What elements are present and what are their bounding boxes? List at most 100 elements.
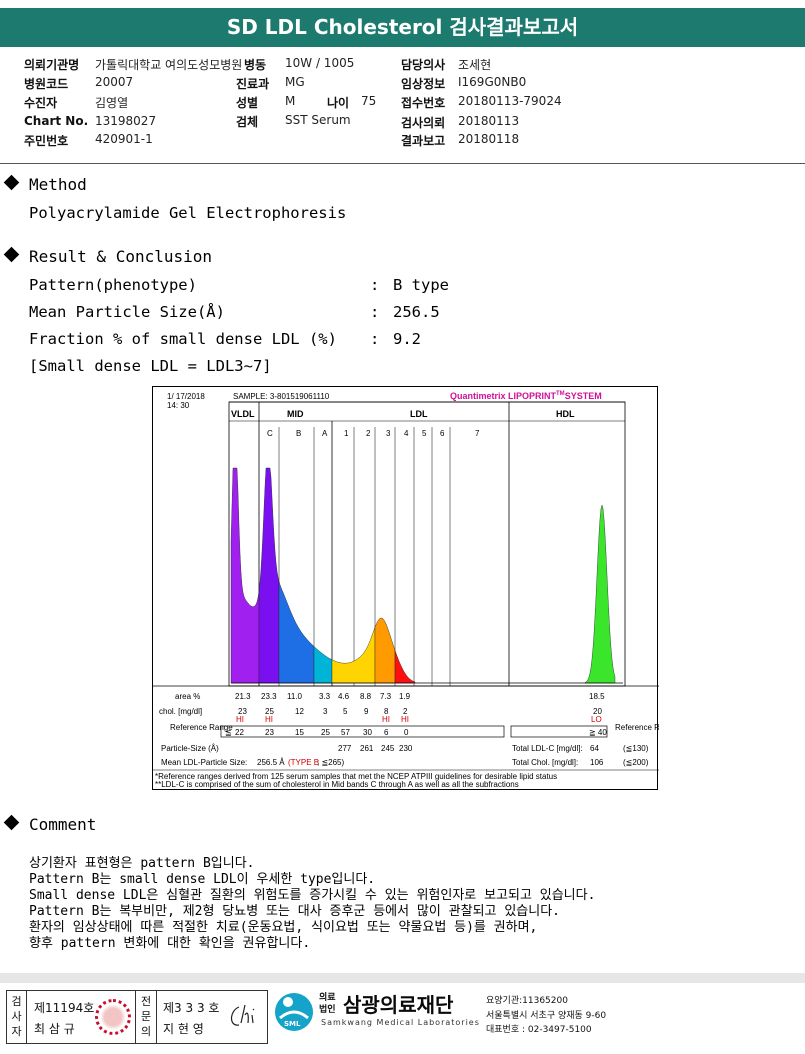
group-label-hdl: HDL (556, 409, 575, 419)
resident-value: 420901-1 (95, 132, 153, 146)
reference-hdl: ≧ 40 (589, 728, 607, 737)
ldl-4-5-peak (394, 650, 416, 684)
band-label-7: 7 (475, 429, 480, 438)
hdl-peak (584, 504, 616, 684)
area-value: 18.5 (589, 692, 605, 701)
chart-system-suffix: SYSTEM (565, 391, 602, 401)
age-label: 나이 (327, 96, 350, 110)
patient-label: 수진자 (24, 96, 58, 110)
signature-icon (230, 1004, 255, 1026)
ward-label: 병동 (244, 58, 267, 72)
result-row-value: 9.2 (393, 330, 421, 348)
band-label-c: C (267, 429, 273, 438)
age-value: 75 (361, 94, 377, 108)
result-row-value: 256.5 (393, 303, 440, 321)
area-value: 1.9 (399, 692, 411, 701)
footnote-2: **LDL-C is comprised of the sum of chole… (155, 780, 519, 789)
reference-value: 6 (384, 728, 389, 737)
chol-value: 3 (323, 707, 328, 716)
hospital-code-value: 20007 (95, 75, 134, 89)
specimen-label: 검체 (236, 115, 259, 129)
receipt-value: 20180113-79024 (458, 94, 562, 108)
total-ldl-label: Total LDL-C [mg/dl]: (512, 744, 583, 753)
chart-system-name: Quantimetrix LIPOPRINTTMSYSTEM (450, 391, 602, 401)
chol-value: 12 (295, 707, 304, 716)
org-prefix: 의료법인 (319, 993, 336, 1015)
specialist-label: 전문의 (135, 991, 157, 1043)
flag-value: HI (265, 715, 273, 724)
ldl-1-2-peak (331, 627, 376, 684)
reference-right-label: Reference Range (615, 723, 659, 732)
total-chol-label: Total Chol. [mg/dl]: (512, 758, 578, 767)
mean-type: (TYPE B (288, 758, 319, 767)
total-ldl-ref: (≦130) (623, 744, 649, 753)
org-address: 서울특별시 서초구 양재동 9-60 (486, 1011, 607, 1021)
total-chol-ref: (≦200) (623, 758, 649, 767)
comment-heading: Comment (3, 814, 96, 834)
particle-size-value: 261 (360, 744, 374, 753)
group-label-mid: MID (287, 409, 304, 419)
method-heading: Method (3, 174, 87, 194)
area-value: 23.3 (261, 692, 277, 701)
band-label-5: 5 (422, 429, 427, 438)
chart-system-tm: TM (556, 391, 565, 397)
method-text: Polyacrylamide Gel Electrophoresis (29, 204, 347, 222)
particle-size-value: 277 (338, 744, 352, 753)
tester-label: 검사자 (7, 991, 27, 1043)
area-value: 8.8 (360, 692, 372, 701)
lipoprint-chart: 1/ 17/2018 14: 30 SAMPLE: 3-801519061110… (152, 386, 659, 790)
hospital-code-label: 병원코드 (24, 77, 69, 91)
reference-value: 57 (341, 728, 350, 737)
method-heading-text: Method (29, 175, 87, 194)
group-label-ldl: LDL (410, 409, 428, 419)
resident-label: 주민번호 (24, 134, 69, 148)
tester-number: 제11194호 (34, 1001, 95, 1015)
reference-value: 22 (235, 728, 244, 737)
diamond-bullet-icon (3, 174, 20, 191)
chol-row: 23 25 12 3 5 9 8 2 20 (238, 707, 602, 716)
org-name: 삼광의료재단 (343, 993, 454, 1017)
mean-size-label: Mean LDL-Particle Size: (161, 758, 247, 767)
vldl-peak (230, 467, 260, 684)
sex-label: 성별 (236, 96, 259, 110)
doctor-label: 담당의사 (401, 58, 446, 72)
reference-le: ≦ (225, 728, 232, 737)
electropherogram-peaks (230, 467, 623, 684)
flag-value: LO (591, 715, 602, 724)
flag-value: HI (236, 715, 244, 724)
area-value: 7.3 (380, 692, 392, 701)
area-row-label: area % (175, 692, 200, 701)
flag-row: HI HI HI HI LO (236, 715, 602, 724)
result-row-value: B type (393, 276, 449, 294)
result-row-label: Pattern(phenotype) (29, 276, 197, 294)
result-row-colon: : (370, 330, 380, 348)
band-label-b: B (296, 429, 301, 438)
area-value: 4.6 (338, 692, 350, 701)
lipoprint-chart-svg: 1/ 17/2018 14: 30 SAMPLE: 3-801519061110… (153, 391, 659, 789)
flag-value: HI (382, 715, 390, 724)
band-label-2: 2 (366, 429, 371, 438)
particle-size-row: 277 261 245 230 (338, 744, 413, 753)
mean-size-value: 256.5 Å (257, 758, 285, 767)
chart-sample: SAMPLE: 3-801519061110 (233, 392, 330, 401)
band-label-1: 1 (344, 429, 349, 438)
result-note: [Small dense LDL = LDL3~7] (29, 357, 272, 375)
reference-row: 22 23 15 25 57 30 6 0 (235, 728, 409, 737)
specialist-name: 지 현 영 (163, 1022, 204, 1036)
request-label: 검사의뢰 (401, 116, 446, 130)
report-title: SD LDL Cholesterol 검사결과보고서 (0, 8, 805, 47)
seal-stamp-icon (95, 999, 131, 1035)
chart-no-label: Chart No. (24, 114, 89, 128)
reference-label: Reference Range (170, 723, 233, 732)
flag-value: HI (401, 715, 409, 724)
chart-system-brand: Quantimetrix LIPOPRINT (450, 391, 557, 401)
area-value: 3.3 (319, 692, 331, 701)
area-value: 11.0 (287, 692, 303, 701)
institution-value: 가톨릭대학교 여의도성모병원 (95, 58, 243, 72)
chart-date: 1/ 17/2018 (167, 392, 205, 401)
result-heading: Result & Conclusion (3, 246, 212, 266)
band-label-a: A (322, 429, 328, 438)
total-ldl-value: 64 (590, 744, 599, 753)
reference-value: 0 (404, 728, 409, 737)
doctor-value: 조세현 (458, 58, 492, 72)
